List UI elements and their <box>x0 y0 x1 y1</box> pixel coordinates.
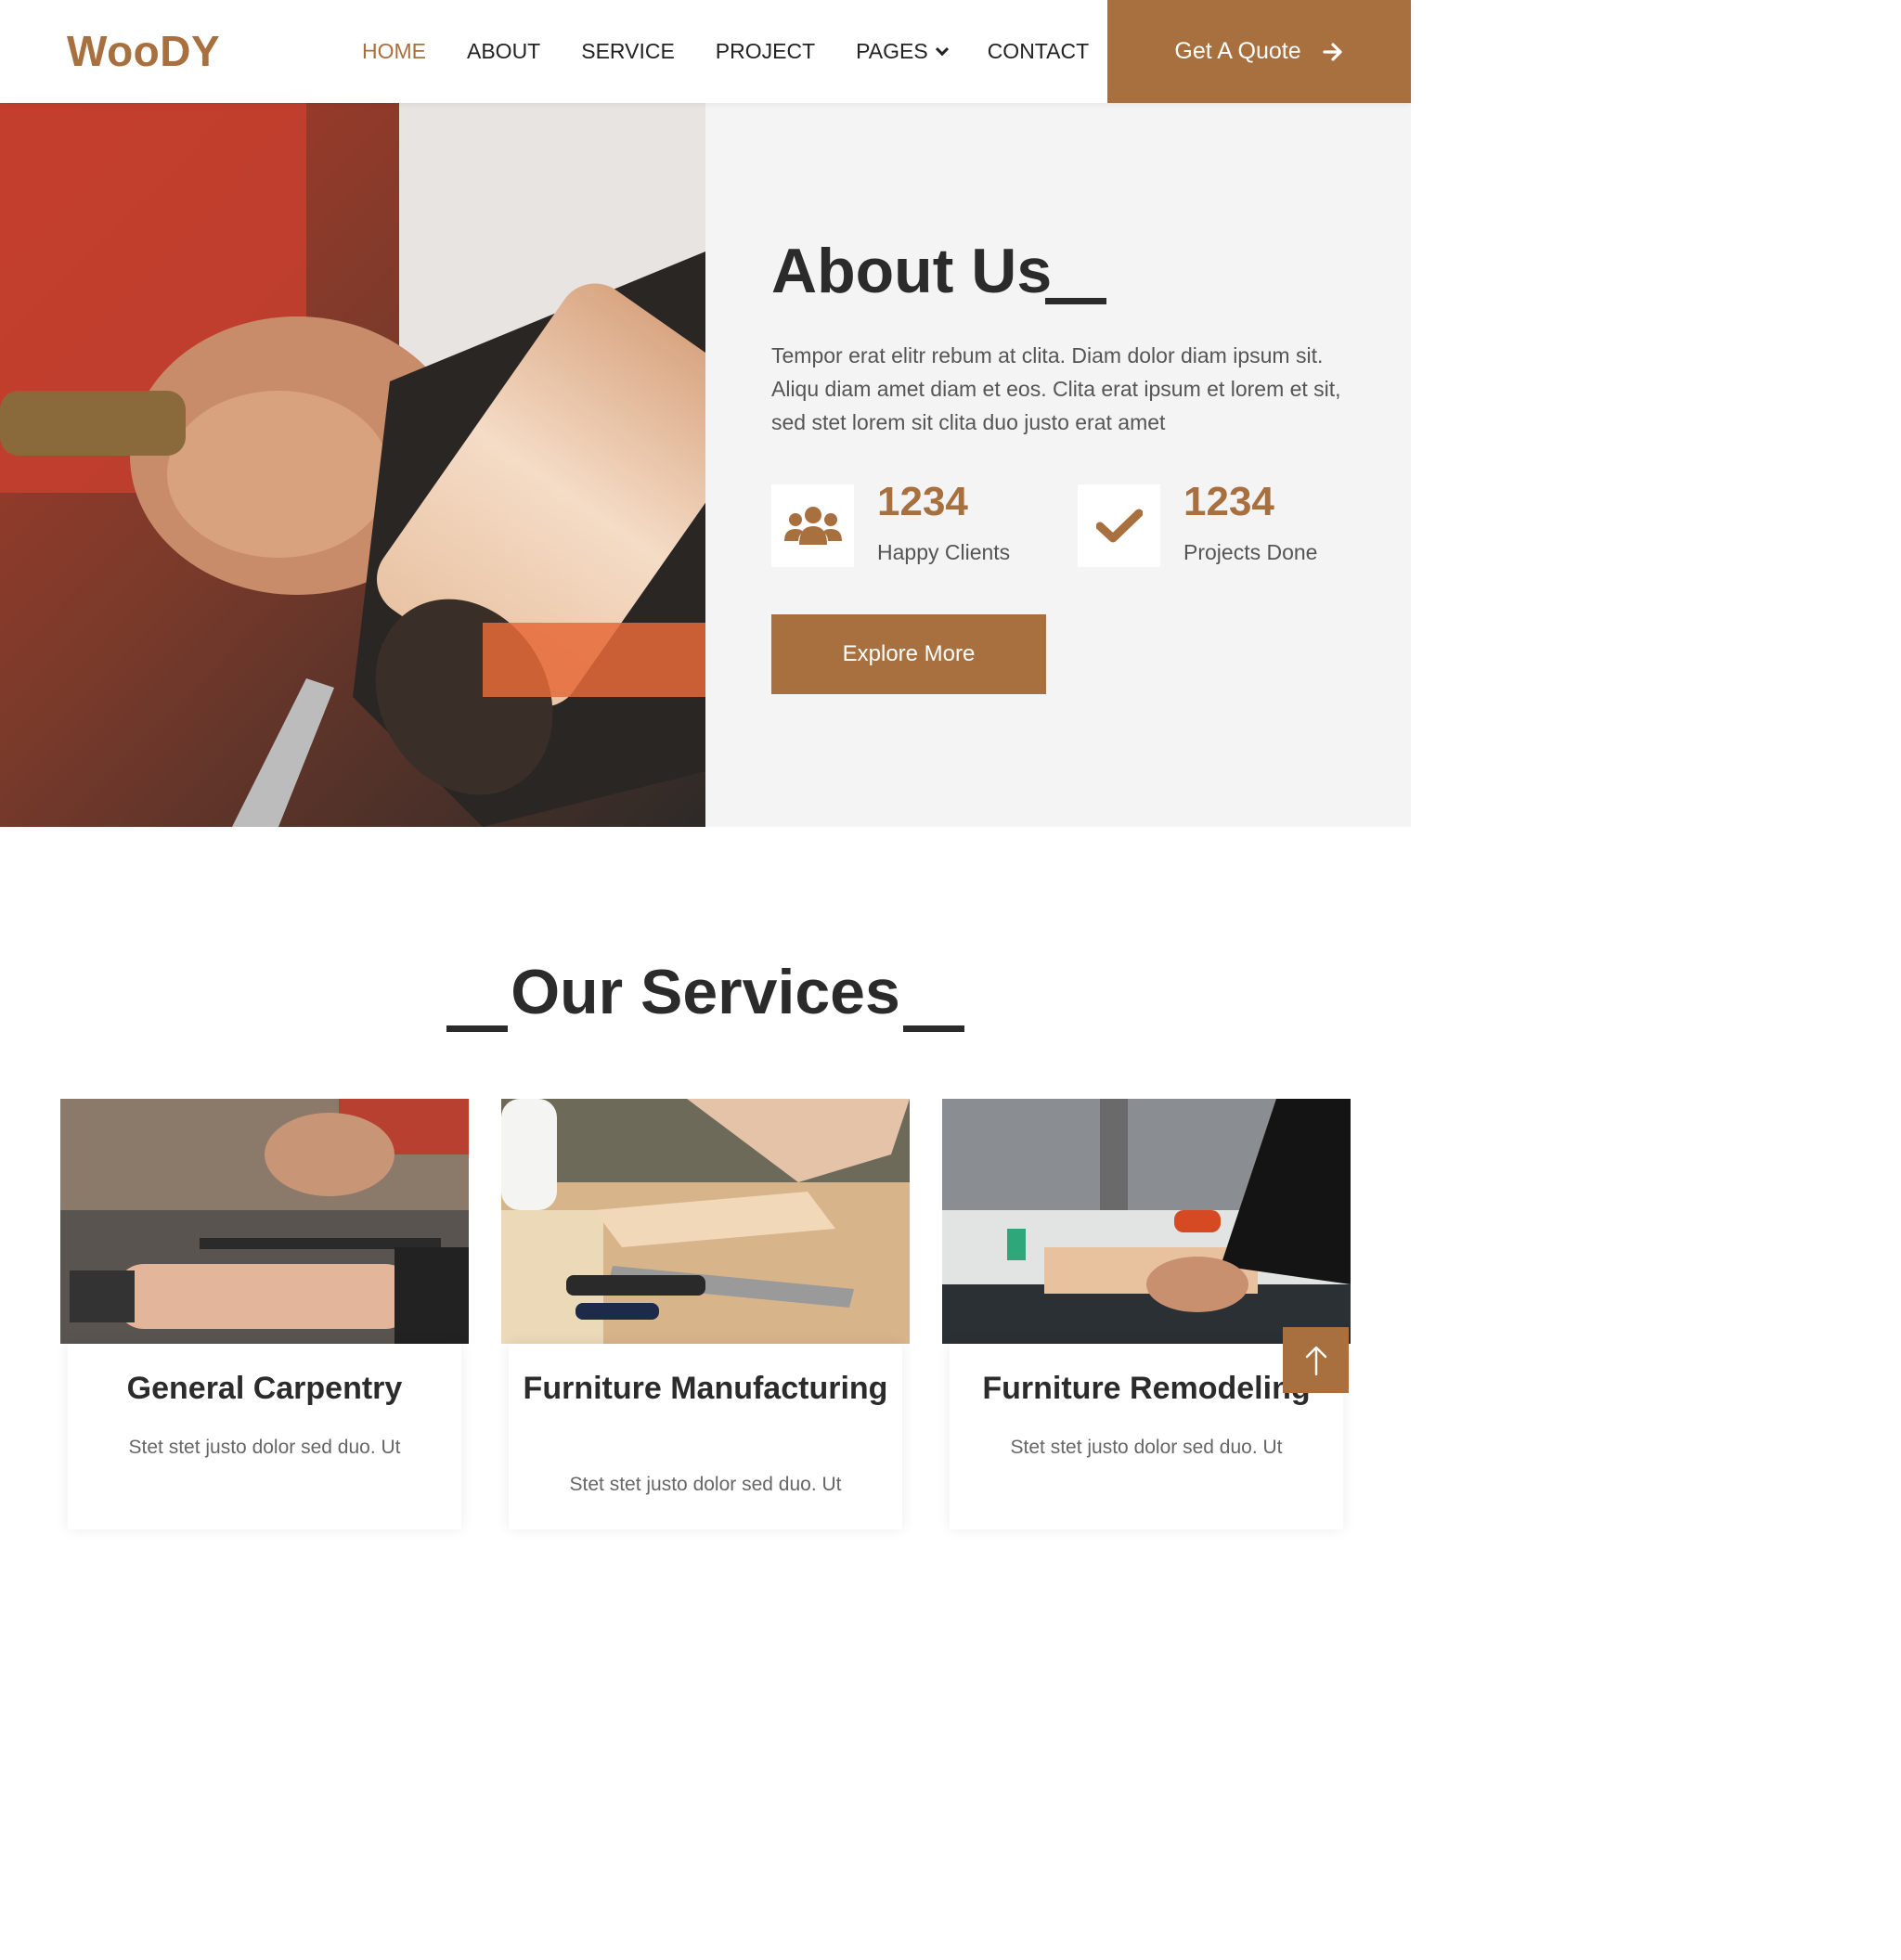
nav-contact[interactable]: CONTACT <box>988 39 1089 64</box>
about-image-woodturning <box>0 103 705 827</box>
about-title: About Us <box>771 236 1053 306</box>
check-icon <box>1095 509 1143 542</box>
about-description: Tempor erat elitr rebum at clita. Diam d… <box>771 343 1341 434</box>
title-line-right <box>903 1025 964 1032</box>
nav-project[interactable]: PROJECT <box>716 39 815 64</box>
back-to-top-button[interactable] <box>1283 1327 1349 1393</box>
service-card-general-carpentry[interactable]: General Carpentry Stet stet justo dolor … <box>60 1099 469 1529</box>
stat-value: 1234 <box>1183 479 1274 524</box>
service-card-text: Stet stet justo dolor sed duo. Ut <box>128 1437 401 1458</box>
service-card-furniture-remodeling[interactable]: Furniture Remodeling Stet stet justo dol… <box>942 1099 1351 1529</box>
nav-menu: HOME ABOUT SERVICE PROJECT PAGES CONTACT <box>362 0 1130 103</box>
stat-icon-box <box>771 484 854 567</box>
users-icon <box>783 506 842 545</box>
service-card-text: Stet stet justo dolor sed duo. Ut <box>569 1474 842 1495</box>
explore-more-button[interactable]: Explore More <box>771 614 1046 694</box>
service-image-carpentry <box>60 1099 469 1344</box>
service-image-manufacturing <box>501 1099 910 1344</box>
services-title: Our Services <box>511 957 900 1027</box>
service-card-body: Furniture Manufacturing Stet stet justo … <box>509 1344 902 1529</box>
service-card-furniture-manufacturing[interactable]: Furniture Manufacturing Stet stet justo … <box>501 1099 910 1529</box>
get-quote-button[interactable]: Get A Quote <box>1107 0 1411 103</box>
about-section: About Us Tempor erat elitr rebum at clit… <box>0 103 1411 827</box>
nav-pages-dropdown[interactable]: PAGES <box>856 39 949 64</box>
title-underline <box>1045 298 1106 304</box>
nav-service[interactable]: SERVICE <box>581 39 675 64</box>
service-image-remodeling <box>942 1099 1351 1344</box>
service-card-text: Stet stet justo dolor sed duo. Ut <box>1010 1437 1283 1458</box>
chevron-down-icon <box>935 42 949 56</box>
service-card-title: General Carpentry <box>126 1371 403 1406</box>
arrow-up-icon <box>1305 1346 1326 1375</box>
nav-pages-label: PAGES <box>856 39 928 63</box>
stat-label: Projects Done <box>1183 540 1318 564</box>
brand-logo[interactable]: WooDY <box>67 26 220 76</box>
get-quote-label: Get A Quote <box>1174 38 1301 64</box>
service-card-body: General Carpentry Stet stet justo dolor … <box>68 1344 461 1529</box>
stat-label: Happy Clients <box>877 540 1011 564</box>
nav-home[interactable]: HOME <box>362 39 426 64</box>
nav-about[interactable]: ABOUT <box>467 39 540 64</box>
stat-value: 1234 <box>877 479 968 524</box>
stat-icon-box <box>1078 484 1160 567</box>
service-card-title: Furniture Manufacturing <box>523 1371 888 1406</box>
about-panel: About Us Tempor erat elitr rebum at clit… <box>705 103 1411 827</box>
arrow-right-icon <box>1323 42 1342 61</box>
navbar: WooDY HOME ABOUT SERVICE PROJECT PAGES C… <box>0 0 1411 103</box>
title-line-left <box>446 1025 508 1032</box>
